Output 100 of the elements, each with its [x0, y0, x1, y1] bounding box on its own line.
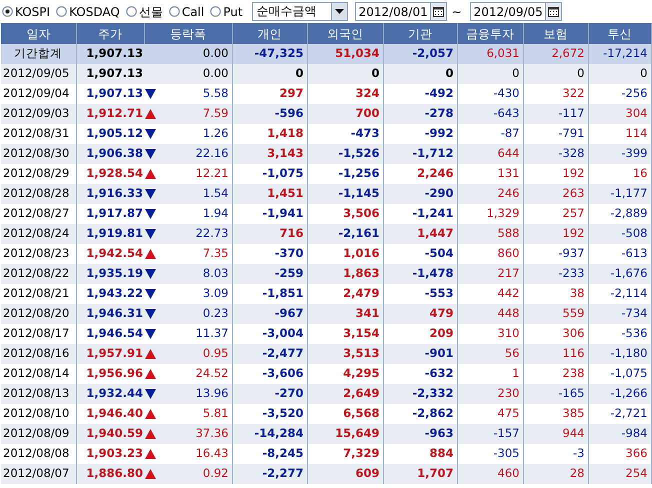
price-cell: 1,946.31: [76, 304, 144, 324]
radio-icon[interactable]: [2, 6, 13, 17]
price-cell: 1,907.13: [76, 64, 144, 84]
net-buy-cell: -328: [523, 144, 588, 164]
net-buy-cell: -1,941: [232, 204, 307, 224]
net-buy-cell: -1,712: [383, 144, 457, 164]
net-buy-cell: 860: [457, 244, 523, 264]
net-buy-cell: -2,161: [307, 224, 383, 244]
date-cell: 기간합계: [1, 44, 76, 64]
net-buy-cell: 56: [457, 344, 523, 364]
net-buy-cell: 2,672: [523, 44, 588, 64]
net-buy-cell: -8,245: [232, 444, 307, 464]
net-buy-cell: -157: [457, 424, 523, 444]
net-buy-cell: -1,075: [588, 364, 651, 384]
net-buy-cell: -1,256: [307, 164, 383, 184]
change-cell: 12.21: [160, 164, 232, 184]
price-cell: 1,942.54: [76, 244, 144, 264]
price-cell: 1,917.87: [76, 204, 144, 224]
net-buy-cell: 192: [523, 164, 588, 184]
calendar-icon[interactable]: [432, 6, 444, 16]
calendar-icon[interactable]: [548, 6, 559, 16]
net-buy-cell: -1,177: [588, 184, 651, 204]
net-buy-cell: 28: [523, 464, 588, 484]
net-buy-cell: 1,329: [457, 204, 523, 224]
column-header: 보험: [523, 23, 588, 44]
dropdown-arrow-icon[interactable]: [334, 8, 344, 14]
change-cell: 37.36: [160, 424, 232, 444]
net-buy-cell: -937: [523, 244, 588, 264]
net-buy-cell: 559: [523, 304, 588, 324]
date-cell: 2012/08/16: [1, 344, 76, 364]
net-buy-cell: 6,568: [307, 404, 383, 424]
net-buy-cell: 716: [232, 224, 307, 244]
net-buy-cell: 310: [457, 324, 523, 344]
column-header: 투신: [588, 23, 651, 44]
price-cell: 1,907.13: [76, 44, 144, 64]
net-buy-cell: -1,526: [307, 144, 383, 164]
net-buy-cell: 217: [457, 264, 523, 284]
price-cell: 1,935.19: [76, 264, 144, 284]
radio-icon[interactable]: [210, 6, 222, 17]
net-buy-cell: -2,889: [588, 204, 651, 224]
price-cell: 1,905.12: [76, 124, 144, 144]
net-buy-cell: 3,506: [307, 204, 383, 224]
net-buy-cell: -536: [588, 324, 651, 344]
change-cell: 11.37: [160, 324, 232, 344]
net-buy-cell: -2,332: [383, 384, 457, 404]
net-buy-cell: 246: [457, 184, 523, 204]
price-cell: 1,946.54: [76, 324, 144, 344]
net-buy-cell: 324: [307, 84, 383, 104]
net-buy-cell: 1,451: [232, 184, 307, 204]
net-buy-cell: 306: [523, 324, 588, 344]
date-cell: 2012/08/14: [1, 364, 76, 384]
column-header: 외국인: [307, 23, 383, 44]
net-buy-cell: 609: [307, 464, 383, 484]
net-buy-cell: 3,143: [232, 144, 307, 164]
net-buy-cell: 297: [232, 84, 307, 104]
net-buy-cell: -2,277: [232, 464, 307, 484]
radio-option[interactable]: 선물: [126, 2, 165, 20]
measure-dropdown[interactable]: 순매수금액: [252, 2, 348, 21]
net-buy-cell: -3,004: [232, 324, 307, 344]
net-buy-cell: 304: [588, 104, 651, 124]
net-buy-cell: 644: [457, 144, 523, 164]
net-buy-cell: 385: [523, 404, 588, 424]
date-cell: 2012/09/04: [1, 84, 76, 104]
radio-option[interactable]: Call: [168, 2, 206, 20]
change-cell: 3.09: [160, 284, 232, 304]
net-buy-cell: 322: [523, 84, 588, 104]
radio-icon[interactable]: [56, 6, 68, 17]
net-buy-cell: 51,034: [307, 44, 383, 64]
date-cell: 2012/08/22: [1, 264, 76, 284]
net-buy-cell: -1,478: [383, 264, 457, 284]
net-buy-cell: 1,016: [307, 244, 383, 264]
net-buy-cell: -1,676: [588, 264, 651, 284]
net-buy-cell: 38: [523, 284, 588, 304]
radio-icon[interactable]: [168, 6, 180, 17]
net-buy-cell: 254: [588, 464, 651, 484]
price-cell: 1,907.13: [76, 84, 144, 104]
net-buy-cell: -1,180: [588, 344, 651, 364]
column-header: 등락폭: [144, 23, 232, 44]
net-buy-cell: 263: [523, 184, 588, 204]
date-cell: 2012/08/29: [1, 164, 76, 184]
radio-option[interactable]: KOSPI: [2, 2, 52, 20]
radio-icon[interactable]: [126, 6, 137, 17]
change-cell: 8.03: [160, 264, 232, 284]
net-buy-cell: -290: [383, 184, 457, 204]
column-header: 개인: [232, 23, 307, 44]
end-date-field[interactable]: 2012/09/05: [470, 2, 562, 21]
change-cell: 0.23: [160, 304, 232, 324]
date-cell: 2012/08/31: [1, 124, 76, 144]
column-header: 주가: [76, 23, 144, 44]
date-cell: 2012/08/28: [1, 184, 76, 204]
radio-option[interactable]: Put: [210, 2, 245, 20]
date-cell: 2012/08/21: [1, 284, 76, 304]
net-buy-cell: -278: [383, 104, 457, 124]
date-cell: 2012/08/23: [1, 244, 76, 264]
start-date-field[interactable]: 2012/08/01: [354, 2, 447, 21]
net-buy-cell: 366: [588, 444, 651, 464]
change-cell: 24.52: [160, 364, 232, 384]
price-cell: 1,903.23: [76, 444, 144, 464]
radio-option[interactable]: KOSDAQ: [56, 2, 122, 20]
net-buy-cell: -3,606: [232, 364, 307, 384]
